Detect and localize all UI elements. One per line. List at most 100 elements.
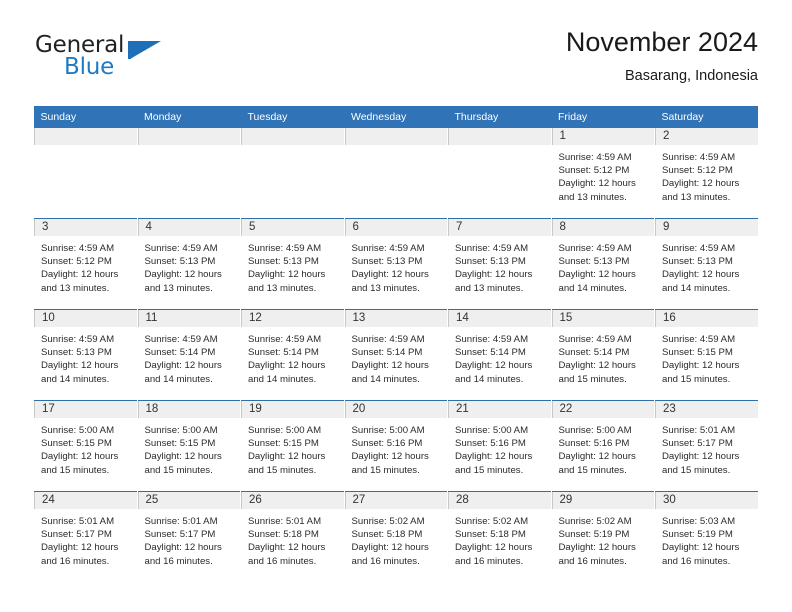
day-sunset-line: Sunset: 5:18 PM — [351, 529, 423, 541]
day-daylight-line: Daylight: 12 hours — [144, 360, 222, 372]
calendar-day-cell[interactable]: 17 Sunrise: 5:00 AM Sunset: 5:15 PM Dayligh… — [33, 400, 137, 492]
calendar-day-cell[interactable]: 1 Sunrise: 4:59 AM Sunset: 5:12 PM Daylight… — [550, 128, 655, 219]
day-number: 15 — [551, 310, 654, 327]
day-sunset-line: Sunset: 5:16 PM — [455, 438, 526, 450]
day-sunrise-line: Sunrise: 4:59 AM — [662, 334, 736, 345]
calendar-day-cell[interactable]: 8 Sunrise: 4:59 AM Sunset: 5:13 PM Daylight… — [550, 218, 655, 310]
weekday-header-thursday: Thursday — [447, 106, 551, 128]
calendar-day-cell[interactable]: 23 Sunrise: 5:01 AM Sunset: 5:17 PM Dayligh… — [654, 400, 758, 492]
calendar-day-cell[interactable]: 11 Sunrise: 4:59 AM Sunset: 5:14 PM Dayligh… — [136, 309, 241, 401]
day-sunrise-line: Sunrise: 4:59 AM — [351, 243, 425, 254]
day-sunset-line: Sunset: 5:17 PM — [662, 438, 733, 450]
day-sunset-line: Sunset: 5:17 PM — [41, 529, 112, 541]
day-daylight-line: Daylight: 12 hours — [662, 360, 740, 372]
weekday-header-sunday: Sunday — [33, 106, 137, 128]
day-daylight-line: and 14 minutes. — [662, 282, 731, 294]
calendar-day-cell[interactable]: 22 Sunrise: 5:00 AM Sunset: 5:16 PM Dayligh… — [550, 400, 655, 492]
calendar-day-cell[interactable]: 28 Sunrise: 5:02 AM Sunset: 5:18 PM Dayligh… — [447, 491, 551, 582]
day-number: 6 — [344, 219, 447, 236]
calendar-day-cell[interactable]: 21 Sunrise: 5:00 AM Sunset: 5:16 PM Dayligh… — [447, 400, 551, 492]
day-sunset-line: Sunset: 5:18 PM — [455, 529, 526, 541]
calendar-day-cell[interactable]: 27 Sunrise: 5:02 AM Sunset: 5:18 PM Dayligh… — [343, 491, 448, 582]
day-daylight-line: Daylight: 12 hours — [455, 542, 533, 554]
day-daylight-line: Daylight: 12 hours — [41, 542, 119, 554]
calendar-day-cell[interactable]: 2 Sunrise: 4:59 AM Sunset: 5:12 PM Daylight… — [654, 128, 758, 219]
calendar-day-cell[interactable]: 18 Sunrise: 5:00 AM Sunset: 5:15 PM Dayligh… — [136, 400, 241, 492]
day-details: Sunrise: 5:01 AM Sunset: 5:17 PM Daylight:… — [34, 509, 137, 568]
calendar-day-cell[interactable]: 14 Sunrise: 4:59 AM Sunset: 5:14 PM Dayligh… — [447, 309, 551, 401]
day-number: 14 — [448, 310, 551, 327]
calendar-day-cell[interactable]: 7 Sunrise: 4:59 AM Sunset: 5:13 PM Daylight… — [447, 218, 551, 310]
day-sunset-line: Sunset: 5:13 PM — [41, 347, 112, 359]
day-details: Sunrise: 5:00 AM Sunset: 5:15 PM Daylight:… — [138, 418, 241, 477]
day-daylight-line: and 13 minutes. — [662, 191, 731, 203]
day-number: 8 — [551, 219, 654, 236]
day-number: 12 — [241, 310, 344, 327]
day-sunrise-line: Sunrise: 5:03 AM — [662, 516, 736, 527]
day-sunset-line: Sunset: 5:13 PM — [144, 256, 216, 268]
day-number: 4 — [137, 219, 240, 236]
calendar-day-cell[interactable]: 30 Sunrise: 5:03 AM Sunset: 5:19 PM Dayligh… — [654, 491, 758, 582]
day-sunset-line: Sunset: 5:13 PM — [351, 256, 423, 268]
calendar-day-cell[interactable]: 5 Sunrise: 4:59 AM Sunset: 5:13 PM Daylight… — [240, 218, 344, 310]
day-number: 1 — [551, 128, 654, 145]
calendar-day-cell[interactable]: 25 Sunrise: 5:01 AM Sunset: 5:17 PM Dayligh… — [136, 491, 241, 582]
day-daylight-line: Daylight: 12 hours — [455, 269, 533, 281]
day-daylight-line: and 13 minutes. — [41, 282, 110, 294]
day-number: 20 — [344, 401, 447, 418]
day-sunset-line: Sunset: 5:14 PM — [351, 347, 423, 359]
day-daylight-line: and 13 minutes. — [248, 282, 317, 294]
day-sunrise-line: Sunrise: 5:00 AM — [144, 425, 218, 436]
calendar-week-row: 17 Sunrise: 5:00 AM Sunset: 5:15 PM Dayligh… — [33, 400, 758, 492]
day-sunrise-line: Sunrise: 4:59 AM — [144, 243, 218, 254]
day-daylight-line: Daylight: 12 hours — [662, 451, 740, 463]
calendar-day-cell[interactable]: 4 Sunrise: 4:59 AM Sunset: 5:13 PM Daylight… — [136, 218, 241, 310]
day-sunrise-line: Sunrise: 4:59 AM — [662, 152, 736, 163]
day-sunrise-line: Sunrise: 5:02 AM — [351, 516, 425, 527]
page-title: November 2024 — [565, 27, 758, 57]
day-details: Sunrise: 5:03 AM Sunset: 5:19 PM Daylight:… — [655, 509, 758, 568]
calendar-day-cell[interactable]: 3 Sunrise: 4:59 AM Sunset: 5:12 PM Daylight… — [33, 218, 137, 310]
calendar-day-cell[interactable]: 20 Sunrise: 5:00 AM Sunset: 5:16 PM Dayligh… — [343, 400, 448, 492]
day-number: 10 — [34, 310, 137, 327]
day-number — [344, 128, 447, 145]
calendar-day-cell[interactable]: 29 Sunrise: 5:02 AM Sunset: 5:19 PM Dayligh… — [550, 491, 655, 582]
day-daylight-line: and 16 minutes. — [662, 555, 731, 567]
calendar-day-cell[interactable]: 24 Sunrise: 5:01 AM Sunset: 5:17 PM Dayligh… — [33, 491, 137, 582]
day-details: Sunrise: 5:00 AM Sunset: 5:16 PM Daylight:… — [552, 418, 655, 477]
calendar-day-cell[interactable]: 15 Sunrise: 4:59 AM Sunset: 5:14 PM Dayligh… — [550, 309, 655, 401]
day-details: Sunrise: 5:02 AM Sunset: 5:18 PM Daylight:… — [448, 509, 551, 568]
day-daylight-line: Daylight: 12 hours — [248, 269, 326, 281]
day-daylight-line: and 13 minutes. — [144, 282, 213, 294]
day-sunrise-line: Sunrise: 5:02 AM — [558, 516, 632, 527]
day-daylight-line: Daylight: 12 hours — [455, 451, 533, 463]
day-details: Sunrise: 4:59 AM Sunset: 5:13 PM Daylight:… — [552, 236, 655, 295]
calendar-day-cell[interactable]: 19 Sunrise: 5:00 AM Sunset: 5:15 PM Dayligh… — [240, 400, 344, 492]
general-blue-logo[interactable]: General Blue — [33, 32, 233, 94]
calendar-day-cell[interactable]: 6 Sunrise: 4:59 AM Sunset: 5:13 PM Daylight… — [343, 218, 448, 310]
day-sunset-line: Sunset: 5:13 PM — [662, 256, 733, 268]
day-number: 17 — [34, 401, 137, 418]
calendar-day-cell[interactable]: 9 Sunrise: 4:59 AM Sunset: 5:13 PM Daylight… — [654, 218, 758, 310]
day-details: Sunrise: 4:59 AM Sunset: 5:13 PM Daylight:… — [241, 236, 344, 295]
day-daylight-line: and 14 minutes. — [455, 373, 524, 385]
day-daylight-line: Daylight: 12 hours — [351, 542, 429, 554]
calendar-day-cell[interactable]: 16 Sunrise: 4:59 AM Sunset: 5:15 PM Dayligh… — [654, 309, 758, 401]
day-number — [448, 128, 551, 145]
day-details: Sunrise: 4:59 AM Sunset: 5:12 PM Daylight:… — [34, 236, 137, 295]
calendar-day-cell[interactable]: 12 Sunrise: 4:59 AM Sunset: 5:14 PM Dayligh… — [240, 309, 344, 401]
day-daylight-line: Daylight: 12 hours — [558, 269, 636, 281]
calendar-day-cell[interactable]: 13 Sunrise: 4:59 AM Sunset: 5:14 PM Dayligh… — [343, 309, 448, 401]
calendar-week-row: 1 Sunrise: 4:59 AM Sunset: 5:12 PM Daylight… — [33, 128, 758, 219]
day-daylight-line: Daylight: 12 hours — [41, 360, 119, 372]
day-number: 26 — [241, 492, 344, 509]
day-daylight-line: Daylight: 12 hours — [455, 360, 533, 372]
calendar-week-row: 24 Sunrise: 5:01 AM Sunset: 5:17 PM Dayligh… — [33, 491, 758, 582]
calendar-day-cell[interactable]: 10 Sunrise: 4:59 AM Sunset: 5:13 PM Dayligh… — [33, 309, 137, 401]
day-daylight-line: and 15 minutes. — [662, 373, 731, 385]
day-number: 7 — [448, 219, 551, 236]
day-daylight-line: and 15 minutes. — [455, 464, 524, 476]
calendar-day-cell[interactable]: 26 Sunrise: 5:01 AM Sunset: 5:18 PM Dayligh… — [240, 491, 344, 582]
day-number: 16 — [655, 310, 758, 327]
day-sunrise-line: Sunrise: 4:59 AM — [248, 334, 322, 345]
